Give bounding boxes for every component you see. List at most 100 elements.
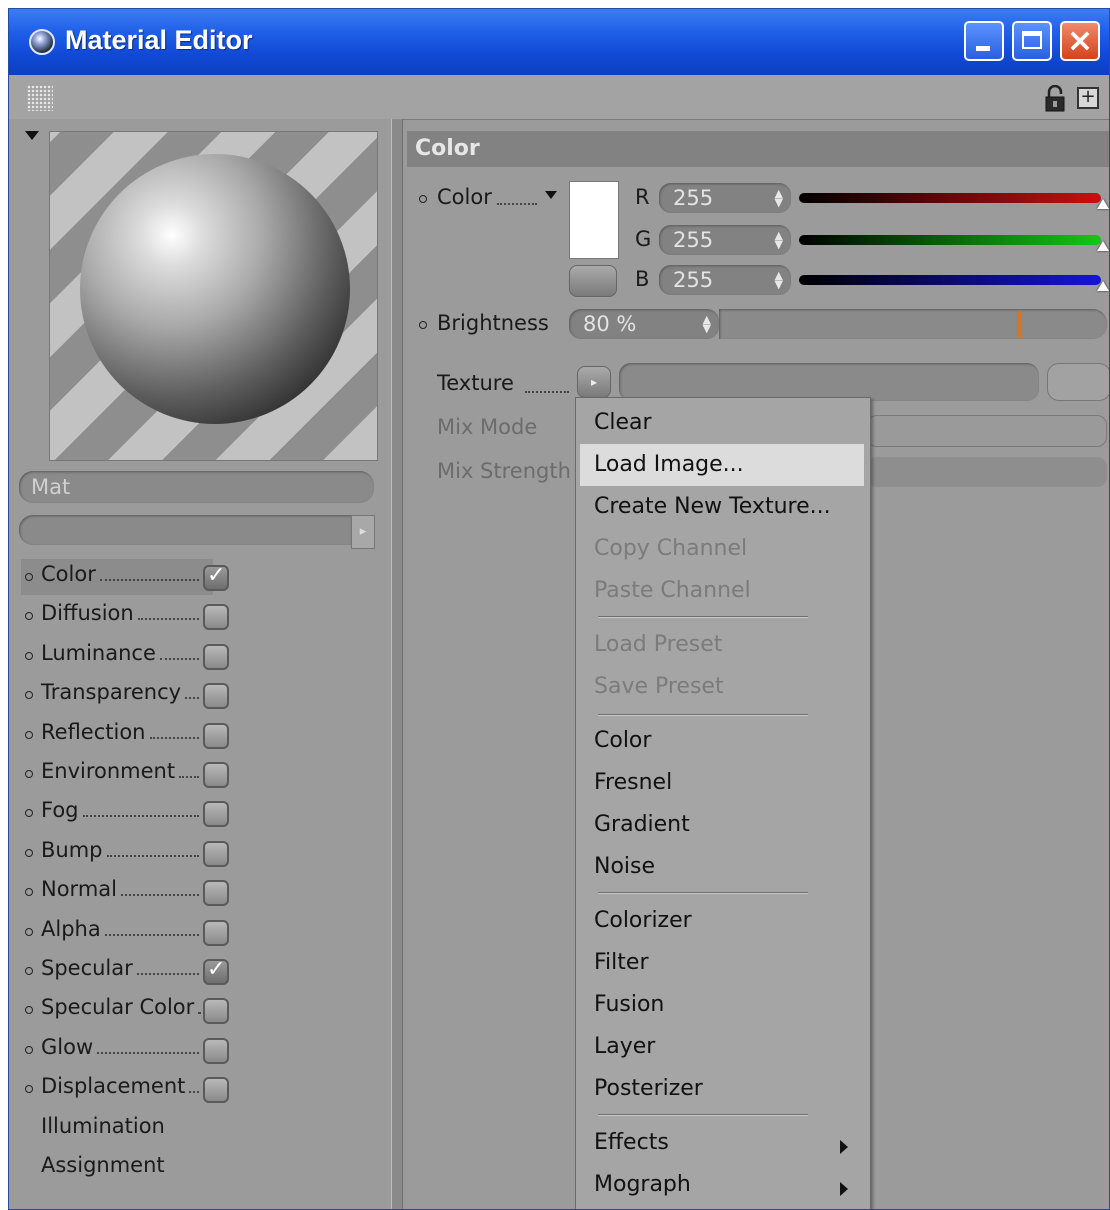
color-keyframe-dot-icon[interactable] <box>419 195 427 203</box>
brightness-slider-handle[interactable] <box>1016 311 1021 339</box>
channel-checkbox[interactable] <box>203 840 229 867</box>
channel-transparency[interactable]: Transparency <box>21 677 381 713</box>
g-slider-handle-icon[interactable] <box>1097 241 1109 251</box>
menu-item-gradient[interactable]: Gradient <box>594 812 690 837</box>
channel-checkbox[interactable] <box>203 563 229 591</box>
mix-mode-label: Mix Mode <box>437 415 538 439</box>
maximize-button[interactable] <box>1012 21 1052 61</box>
menu-item-mograph[interactable]: Mograph <box>594 1172 691 1197</box>
material-scroll-field[interactable] <box>19 515 351 545</box>
new-window-icon[interactable]: + <box>1077 87 1099 109</box>
menu-separator <box>598 616 808 618</box>
channel-checkbox[interactable] <box>203 683 229 710</box>
channel-displacement[interactable]: Displacement <box>21 1071 381 1107</box>
mix-strength-slider[interactable] <box>867 457 1107 487</box>
menu-item-effects[interactable]: Effects <box>594 1130 669 1155</box>
channel-checkbox[interactable] <box>203 722 229 749</box>
menu-item-filter[interactable]: Filter <box>594 950 648 975</box>
channel-checkbox[interactable] <box>203 643 229 670</box>
b-value: 255 <box>673 268 714 292</box>
menu-item-create-new-texture[interactable]: Create New Texture... <box>594 494 831 519</box>
channel-label: Environment <box>41 759 176 783</box>
r-spinner-icon[interactable]: ▲ ▼ <box>775 188 783 208</box>
channel-checkbox[interactable] <box>203 880 229 907</box>
channel-checkbox[interactable] <box>203 998 229 1025</box>
channel-assignment[interactable]: Assignment <box>21 1150 381 1186</box>
close-button[interactable]: × <box>1060 21 1100 61</box>
scroll-right-icon[interactable]: ▸ <box>351 515 375 549</box>
channel-checkbox[interactable] <box>203 957 229 985</box>
b-spinner-icon[interactable]: ▲ ▼ <box>775 270 783 290</box>
color-swatch[interactable] <box>569 181 619 259</box>
channel-bump[interactable]: Bump <box>21 835 381 871</box>
minimize-icon <box>976 46 990 51</box>
channel-checkbox[interactable] <box>203 919 229 946</box>
channel-label: Diffusion <box>41 601 134 626</box>
channel-label: Normal <box>41 877 117 902</box>
color-picker-button[interactable] <box>569 265 617 297</box>
channel-illumination[interactable]: Illumination <box>21 1111 381 1147</box>
channel-checkbox[interactable] <box>203 801 229 828</box>
channel-normal[interactable]: Normal <box>21 874 381 910</box>
channel-dot-icon <box>25 888 33 897</box>
b-slider-bar[interactable] <box>799 275 1101 285</box>
mix-mode-dropdown[interactable] <box>867 415 1107 447</box>
menu-item-fusion[interactable]: Fusion <box>594 992 664 1017</box>
material-name-field[interactable]: Mat <box>19 471 374 503</box>
material-preview[interactable] <box>49 131 378 461</box>
g-input[interactable]: 255 ▲ ▼ <box>659 225 791 255</box>
channel-label-leader <box>179 774 199 778</box>
title-bar[interactable]: Material Editor × <box>9 9 1109 75</box>
channel-fog[interactable]: Fog <box>21 795 381 831</box>
channel-label: Alpha <box>41 916 101 941</box>
brightness-input[interactable]: 80 % ▲ ▼ <box>569 309 719 339</box>
menu-item-color[interactable]: Color <box>594 728 651 753</box>
channel-reflection[interactable]: Reflection <box>21 717 381 753</box>
channel-luminance[interactable]: Luminance <box>21 638 381 674</box>
menu-item-colorizer[interactable]: Colorizer <box>594 908 692 933</box>
channel-glow[interactable]: Glow <box>21 1032 381 1068</box>
g-spinner-icon[interactable]: ▲ ▼ <box>775 230 783 250</box>
menu-item-load-image[interactable]: Load Image... <box>594 452 744 477</box>
b-slider-handle-icon[interactable] <box>1097 281 1109 291</box>
texture-browse-button[interactable] <box>1047 363 1109 401</box>
menu-item-noise[interactable]: Noise <box>594 854 655 879</box>
color-label-leader <box>497 203 537 205</box>
channel-checkbox[interactable] <box>203 1077 229 1104</box>
menu-item-fresnel[interactable]: Fresnel <box>594 770 672 795</box>
channel-checkbox[interactable] <box>203 1037 229 1064</box>
menu-item-clear[interactable]: Clear <box>594 410 652 435</box>
minimize-button[interactable] <box>964 21 1004 61</box>
channel-dot-icon <box>25 770 33 778</box>
channel-alpha[interactable]: Alpha <box>21 914 381 950</box>
channel-checkbox[interactable] <box>203 604 229 631</box>
r-slider-bar[interactable] <box>799 193 1101 203</box>
channel-color[interactable]: Color <box>21 559 229 595</box>
channel-dot-icon <box>25 573 33 581</box>
menu-item-layer[interactable]: Layer <box>594 1034 655 1059</box>
channel-specular[interactable]: Specular <box>21 953 381 989</box>
color-mode-arrow-icon[interactable] <box>545 191 557 199</box>
drag-grip-icon[interactable] <box>27 85 53 111</box>
brightness-spinner-icon[interactable]: ▲ ▼ <box>703 314 711 334</box>
channel-label-leader <box>150 735 199 739</box>
brightness-slider[interactable] <box>719 309 1107 339</box>
texture-menu-button[interactable]: ▸ <box>577 366 611 398</box>
brightness-value: 80 % <box>583 312 637 336</box>
channel-label-leader <box>121 892 199 897</box>
texture-path-field[interactable] <box>619 363 1039 401</box>
channel-environment[interactable]: Environment <box>21 756 381 792</box>
channel-specular-color[interactable]: Specular Color <box>21 992 381 1028</box>
channel-label: Luminance <box>41 640 156 665</box>
brightness-keyframe-dot-icon[interactable] <box>419 321 427 329</box>
channel-checkbox[interactable] <box>203 762 229 788</box>
menu-item-posterizer[interactable]: Posterizer <box>594 1076 703 1101</box>
lock-icon[interactable] <box>1044 85 1066 113</box>
r-input[interactable]: 255 ▲ ▼ <box>659 183 791 213</box>
channel-dot-icon <box>25 651 33 660</box>
channel-diffusion[interactable]: Diffusion <box>21 598 381 634</box>
preview-menu-arrow-icon[interactable] <box>25 131 39 140</box>
b-input[interactable]: 255 ▲ ▼ <box>659 265 791 295</box>
g-slider-bar[interactable] <box>799 235 1101 245</box>
r-slider-handle-icon[interactable] <box>1097 199 1109 209</box>
